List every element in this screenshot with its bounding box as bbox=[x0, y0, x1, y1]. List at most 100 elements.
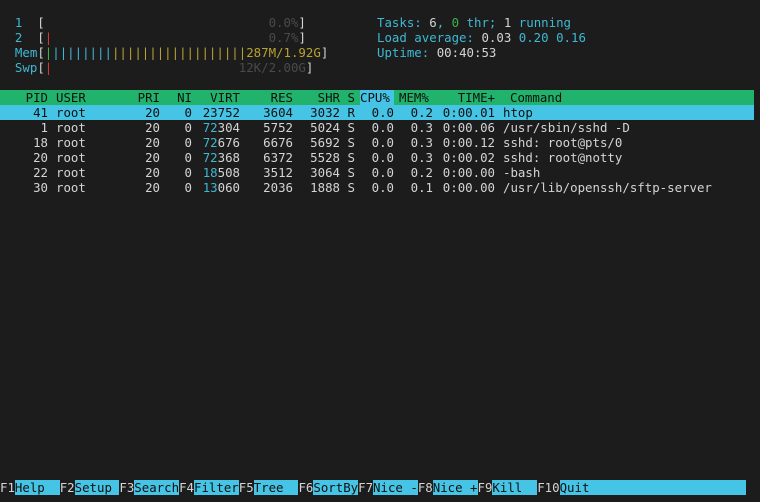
fkey-f7-button[interactable]: Nice - bbox=[373, 480, 418, 495]
col-state[interactable]: S bbox=[340, 90, 355, 105]
col-command[interactable]: Command bbox=[510, 90, 562, 105]
time-cell: 0:00.12 bbox=[442, 135, 495, 150]
state-cell: S bbox=[347, 135, 355, 150]
cpu-cell: 0.0 bbox=[371, 180, 394, 195]
cpu-cell: 0.0 bbox=[371, 105, 394, 120]
mem-value: 287M/1.92G bbox=[246, 45, 321, 60]
res-cell: 5752 bbox=[263, 120, 293, 135]
cpu-cell: 0.0 bbox=[371, 135, 394, 150]
shr-cell: 5692 bbox=[310, 135, 340, 150]
process-row[interactable]: 30 root 20 0 13060 2036 1888 S 0.0 0.1 0:00.00 /u… bbox=[0, 180, 754, 195]
ni-cell: 0 bbox=[184, 150, 192, 165]
fkey-f9: F9 bbox=[477, 480, 493, 495]
virt-cell: 18508 bbox=[202, 165, 240, 180]
pri-cell: 20 bbox=[145, 150, 160, 165]
pri-cell: 20 bbox=[145, 165, 160, 180]
col-pri[interactable]: PRI bbox=[134, 90, 160, 105]
fkey-f5: F5 bbox=[238, 480, 254, 495]
mem-cell: 0.1 bbox=[410, 180, 433, 195]
tasks-summary: Tasks: 6, 0 thr; 1 running bbox=[377, 15, 571, 30]
swp-value: 12K/2.00G bbox=[238, 60, 306, 75]
pid-cell: 1 bbox=[40, 120, 48, 135]
mem-cell: 0.3 bbox=[410, 135, 433, 150]
swp-meter: Swp[| 12K/2.00G] bbox=[14, 60, 314, 75]
pri-cell: 20 bbox=[145, 105, 160, 120]
pid-cell: 41 bbox=[33, 105, 48, 120]
cpu1-meter: 1 [ 0.0%] bbox=[14, 15, 306, 30]
virt-cell: 13060 bbox=[202, 180, 240, 195]
time-cell: 0:00.01 bbox=[442, 105, 495, 120]
res-cell: 3512 bbox=[263, 165, 293, 180]
res-cell: 6676 bbox=[263, 135, 293, 150]
mem-meter: Mem[|||||||||||||||||||||||||||287M/1.92… bbox=[14, 45, 329, 60]
state-cell: R bbox=[347, 105, 355, 120]
user-cell: root bbox=[56, 180, 86, 195]
col-virt[interactable]: VIRT bbox=[192, 90, 240, 105]
fkey-f7: F7 bbox=[358, 480, 374, 495]
virt-cell: 72368 bbox=[202, 150, 240, 165]
col-ni[interactable]: NI bbox=[160, 90, 192, 105]
cpu-cell: 0.0 bbox=[371, 165, 394, 180]
mem-cell: 0.2 bbox=[410, 105, 433, 120]
res-cell: 3604 bbox=[263, 105, 293, 120]
pri-cell: 20 bbox=[145, 135, 160, 150]
shr-cell: 1888 bbox=[310, 180, 340, 195]
ni-cell: 0 bbox=[184, 135, 192, 150]
fkey-f6-button[interactable]: SortBy bbox=[313, 480, 359, 495]
command-cell: -bash bbox=[503, 165, 541, 180]
col-mem[interactable]: MEM% bbox=[399, 90, 433, 105]
user-cell: root bbox=[56, 165, 86, 180]
pid-cell: 20 bbox=[33, 150, 48, 165]
function-key-bar: F1Help F2Setup F3SearchF4FilterF5Tree F6… bbox=[0, 480, 760, 495]
fkey-f4-button[interactable]: Filter bbox=[193, 480, 239, 495]
virt-cell: 72676 bbox=[202, 135, 240, 150]
fkey-f9-button[interactable]: Kill bbox=[492, 480, 538, 495]
process-row[interactable]: 18 root 20 0 72676 6676 5692 S 0.0 0.3 0:00.12 ss… bbox=[0, 135, 754, 150]
cpu-cell: 0.0 bbox=[371, 120, 394, 135]
fkey-f3-button[interactable]: Search bbox=[134, 480, 180, 495]
fkey-f2-button[interactable]: Setup bbox=[74, 480, 120, 495]
state-cell: S bbox=[347, 165, 355, 180]
command-cell: sshd: root@pts/0 bbox=[503, 135, 623, 150]
pri-cell: 20 bbox=[145, 120, 160, 135]
process-row[interactable]: 1 root 20 0 72304 5752 5024 S 0.0 0.3 0:00.06 /us… bbox=[0, 120, 754, 135]
cpu2-value: 0.7% bbox=[268, 30, 299, 45]
shr-cell: 5024 bbox=[310, 120, 340, 135]
process-table-header: PID USER PRI NI VIRT RES SHR S CPU% MEM% TIME+ Com… bbox=[0, 90, 754, 105]
res-cell: 2036 bbox=[263, 180, 293, 195]
fkey-f10-button[interactable]: Quit bbox=[559, 480, 747, 495]
process-row-selected[interactable]: 41 root 20 0 23752 3604 3032 R 0.0 0.2 0:00.01 ht… bbox=[0, 105, 754, 120]
state-cell: S bbox=[347, 150, 355, 165]
fkey-f1-button[interactable]: Help bbox=[14, 480, 60, 495]
col-user[interactable]: USER bbox=[56, 90, 134, 105]
fkey-f3: F3 bbox=[119, 480, 135, 495]
mem-label: Mem bbox=[14, 45, 38, 60]
process-row[interactable]: 22 root 20 0 18508 3512 3064 S 0.0 0.2 0:00.00 -b… bbox=[0, 165, 754, 180]
col-pid[interactable]: PID bbox=[0, 90, 48, 105]
col-cpu-sorted[interactable]: CPU% bbox=[360, 90, 394, 105]
fkey-f4: F4 bbox=[179, 480, 194, 495]
mem-cell: 0.2 bbox=[410, 165, 433, 180]
time-cell: 0:00.00 bbox=[442, 180, 495, 195]
cpu-cell: 0.0 bbox=[371, 150, 394, 165]
command-cell: /usr/lib/openssh/sftp-server bbox=[503, 180, 712, 195]
user-cell: root bbox=[56, 105, 86, 120]
shr-cell: 3064 bbox=[310, 165, 340, 180]
shr-cell: 3032 bbox=[310, 105, 340, 120]
mem-cell: 0.3 bbox=[410, 150, 433, 165]
fkey-f8: F8 bbox=[417, 480, 433, 495]
state-cell: S bbox=[347, 180, 355, 195]
swp-label: Swp bbox=[14, 60, 38, 75]
col-res[interactable]: RES bbox=[240, 90, 293, 105]
cpu2-meter: 2 [| 0.7%] bbox=[14, 30, 306, 45]
process-row[interactable]: 20 root 20 0 72368 6372 5528 S 0.0 0.3 0:00.02 ss… bbox=[0, 150, 754, 165]
time-cell: 0:00.02 bbox=[442, 150, 495, 165]
user-cell: root bbox=[56, 135, 86, 150]
col-time[interactable]: TIME+ bbox=[433, 90, 495, 105]
fkey-f2: F2 bbox=[59, 480, 75, 495]
fkey-f8-button[interactable]: Nice + bbox=[432, 480, 478, 495]
fkey-f5-button[interactable]: Tree bbox=[253, 480, 299, 495]
pid-cell: 22 bbox=[33, 165, 48, 180]
command-cell: /usr/sbin/sshd -D bbox=[503, 120, 630, 135]
col-shr[interactable]: SHR bbox=[293, 90, 340, 105]
